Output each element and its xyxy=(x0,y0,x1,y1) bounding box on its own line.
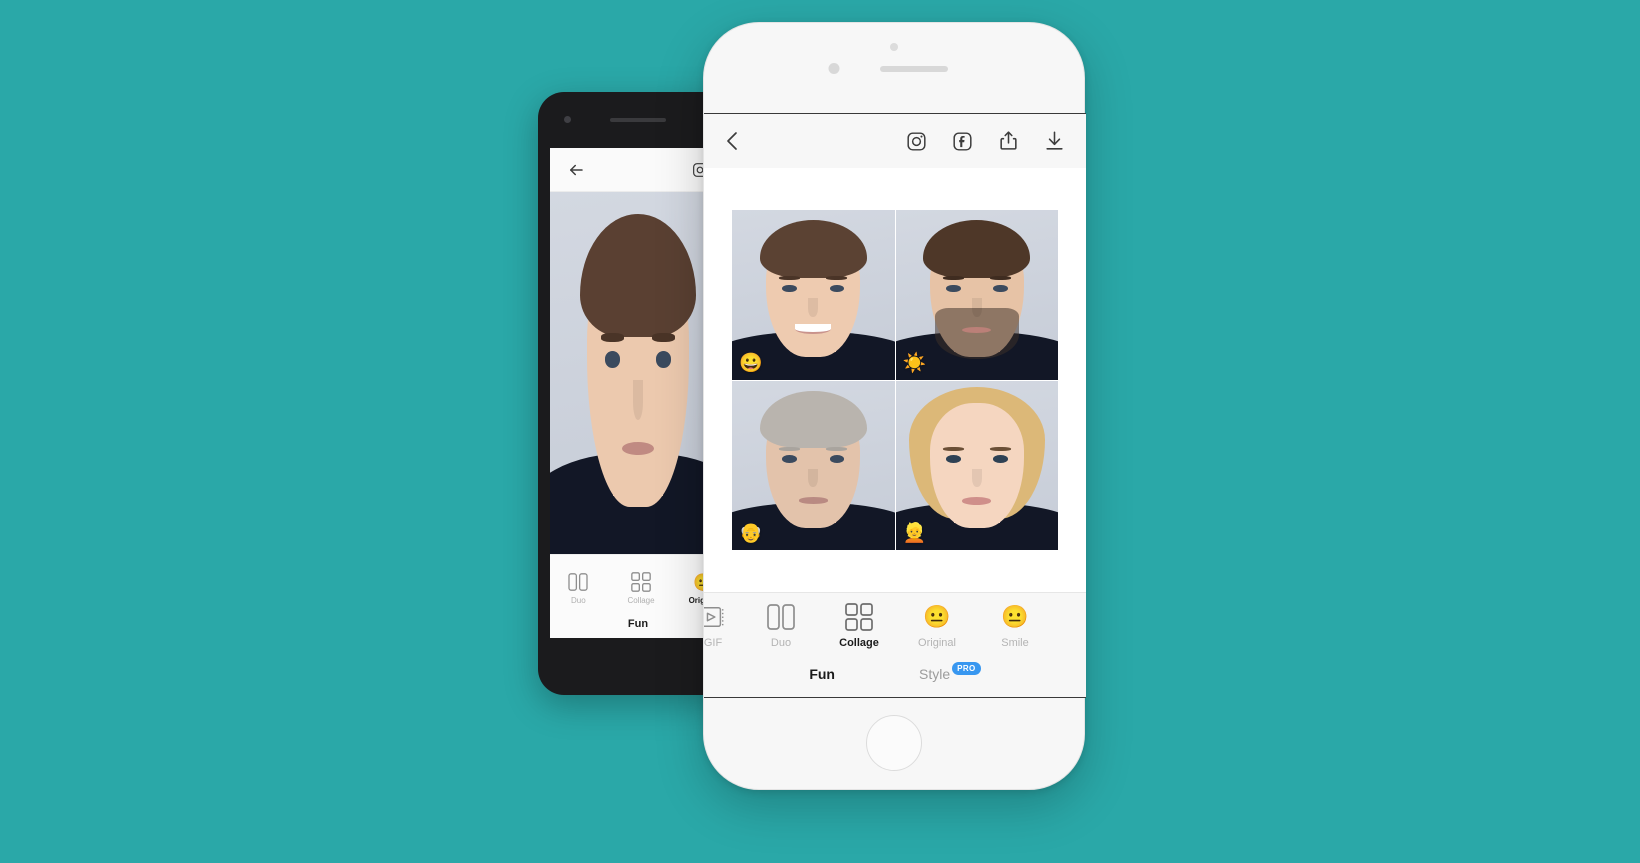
android-tab-duo-label: Duo xyxy=(570,596,586,605)
android-filter-tabs: Duo Collage xyxy=(550,555,726,609)
android-tab-duo[interactable]: Duo xyxy=(556,571,601,609)
tab-original[interactable]: 😐 Original xyxy=(898,602,976,655)
grinning-face-emoji: 😀 xyxy=(739,352,763,374)
android-earpiece-speaker xyxy=(610,118,666,122)
tab-smile[interactable]: 😐 Smile xyxy=(976,602,1054,655)
tab-duo[interactable]: Duo xyxy=(742,602,820,655)
tab-collage[interactable]: Collage xyxy=(820,602,898,655)
collage-cell-old[interactable]: 👴 xyxy=(732,380,895,550)
tab-gif-label: GIF xyxy=(704,637,723,649)
filter-tabs: GIF Duo Collage 😐 Original 😐 Smile xyxy=(704,593,1086,655)
android-mode-row: Fun xyxy=(550,609,726,638)
iphone-screen: 😀 ☀️ 👴 👱 GIF Duo Collage 😐 Original 😐 Sm… xyxy=(704,113,1086,698)
iphone-home-button[interactable] xyxy=(866,715,922,771)
iphone-front-camera-icon xyxy=(828,63,840,74)
tab-smile-label: Smile xyxy=(1001,637,1029,649)
back-arrow-icon[interactable] xyxy=(564,158,588,182)
tab-original-label: Original xyxy=(918,637,956,649)
tab-collage-label: Collage xyxy=(839,637,879,649)
tab-gif[interactable]: GIF xyxy=(704,602,742,655)
mode-style[interactable]: Style PRO xyxy=(918,662,981,682)
download-arrow-icon[interactable] xyxy=(1042,129,1066,153)
android-front-camera-icon xyxy=(564,116,571,123)
neutral-face-emoji: 😐 xyxy=(1001,604,1029,629)
android-screen: Duo Collage Fun xyxy=(550,148,726,638)
collage-cell-beard[interactable]: ☀️ xyxy=(895,210,1058,380)
app-bottom-toolbar: GIF Duo Collage 😐 Original 😐 Smile Fun S… xyxy=(704,592,1086,697)
collage-grid: 😀 ☀️ 👴 👱 xyxy=(732,210,1058,550)
collage-grid-icon xyxy=(820,602,898,632)
back-chevron-icon[interactable] xyxy=(720,129,744,153)
tab-duo-label: Duo xyxy=(770,637,792,649)
duo-split-icon xyxy=(742,602,820,632)
gif-film-play-icon xyxy=(704,602,742,632)
neutral-face-emoji: 😐 xyxy=(923,604,951,629)
app-topbar xyxy=(704,114,1086,168)
mode-style-label: Style xyxy=(918,666,951,682)
old-man-emoji: 👴 xyxy=(739,523,763,544)
mode-fun[interactable]: Fun xyxy=(809,666,835,682)
android-tab-collage[interactable]: Collage xyxy=(619,571,664,609)
iphone-mockup: 😀 ☀️ 👴 👱 GIF Duo Collage 😐 Original 😐 Sm… xyxy=(703,22,1086,790)
iphone-earpiece-speaker xyxy=(880,66,948,72)
android-bottom-toolbar: Duo Collage Fun xyxy=(550,554,726,638)
sun-emoji: ☀️ xyxy=(902,352,927,374)
collage-canvas: 😀 ☀️ 👴 👱 xyxy=(704,168,1086,592)
pro-badge: PRO xyxy=(952,662,981,675)
share-actions xyxy=(904,129,1070,153)
share-up-arrow-icon[interactable] xyxy=(996,129,1020,153)
android-preview-photo xyxy=(550,192,726,554)
facebook-icon[interactable] xyxy=(950,129,974,153)
instagram-icon[interactable] xyxy=(904,129,928,153)
blond-person-emoji: 👱 xyxy=(902,523,927,544)
android-tab-collage-label: Collage xyxy=(627,596,655,605)
mode-fun-label: Fun xyxy=(809,666,835,682)
collage-cell-female[interactable]: 👱 xyxy=(895,380,1058,550)
screenshot-stage: Duo Collage Fun 😀 ☀️ 👴 👱 GIF Duo Collage… xyxy=(0,0,1640,863)
android-topbar xyxy=(550,148,726,192)
android-mode-fun[interactable]: Fun xyxy=(628,618,648,630)
collage-cell-smile[interactable]: 😀 xyxy=(732,210,895,380)
mode-row: Fun Style PRO xyxy=(704,655,1086,697)
iphone-proximity-sensor xyxy=(890,43,898,51)
